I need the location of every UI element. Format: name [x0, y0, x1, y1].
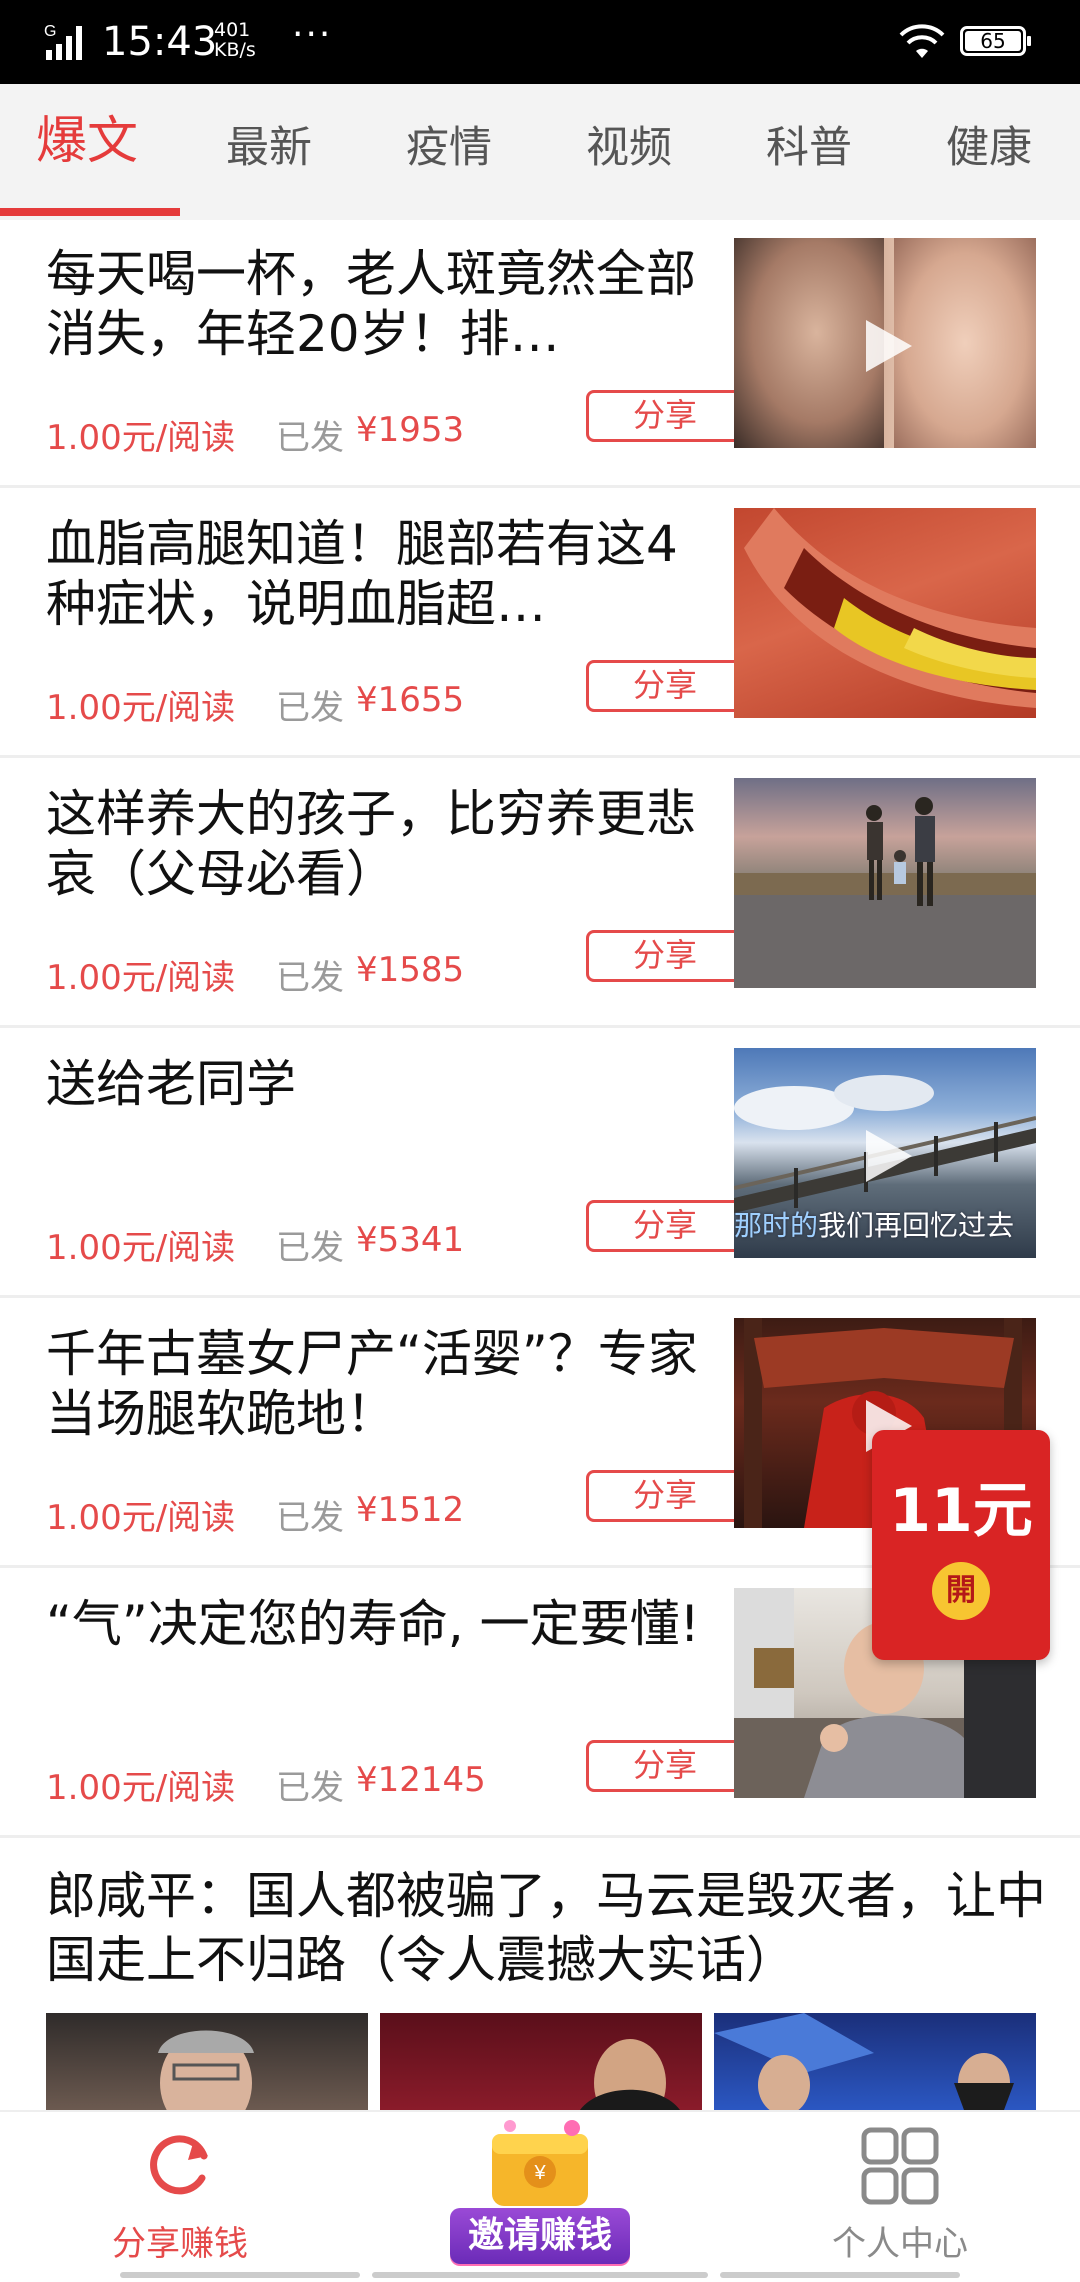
battery-level: 65: [980, 29, 1006, 53]
article-title[interactable]: 送给老同学: [46, 1054, 706, 1174]
speaker-3-photo: [714, 2013, 1014, 2110]
article-price: 1.00元/阅读: [46, 1228, 236, 1268]
sent-amount: ¥1953: [356, 410, 465, 450]
article-price: 1.00元/阅读: [46, 1498, 236, 1538]
featured-image-2[interactable]: [380, 2013, 702, 2110]
tab-science[interactable]: 科普: [766, 118, 852, 178]
tab-latest[interactable]: 最新: [226, 118, 312, 178]
red-packet-button[interactable]: 11元 開: [872, 1430, 1050, 1660]
article-item[interactable]: 送给老同学 1.00元/阅读 已发 ¥5341 分享 那时的我们再回忆过去: [0, 1030, 1080, 1298]
share-button[interactable]: 分享: [586, 1200, 744, 1252]
family-silhouette: [734, 797, 1036, 988]
article-title[interactable]: 血脂高腿知道！腿部若有这4种症状，说明血脂超…: [46, 514, 706, 634]
bottom-nav: 分享赚钱 ¥ 邀请赚钱 个人中心: [0, 2110, 1080, 2282]
article-title[interactable]: 这样养大的孩子，比穷养更悲哀（父母必看）: [46, 784, 706, 904]
sent-label: 已发: [276, 958, 344, 998]
gesture-bar: [0, 2270, 1080, 2280]
grid-icon: [861, 2127, 939, 2205]
sent-amount: ¥1512: [356, 1490, 465, 1530]
article-item[interactable]: 血脂高腿知道！腿部若有这4种症状，说明血脂超… 1.00元/阅读 已发 ¥165…: [0, 490, 1080, 758]
share-button[interactable]: 分享: [586, 1740, 744, 1792]
article-title[interactable]: 每天喝一杯，老人斑竟然全部消失，年轻20岁！排…: [46, 244, 706, 364]
sent-label: 已发: [276, 688, 344, 728]
red-packet-amount: 11元: [889, 1476, 1033, 1546]
featured-image-3[interactable]: [714, 2013, 1036, 2110]
share-button[interactable]: 分享: [586, 390, 744, 442]
article-price: 1.00元/阅读: [46, 1768, 236, 1808]
tab-health[interactable]: 健康: [946, 118, 1032, 178]
wallet-icon: ¥: [492, 2120, 588, 2206]
speaker-2-photo: [580, 2039, 680, 2110]
share-button[interactable]: 分享: [586, 660, 744, 712]
share-button[interactable]: 分享: [586, 930, 744, 982]
clock: 15:43: [102, 19, 218, 65]
article-thumbnail[interactable]: 那时的我们再回忆过去: [734, 1048, 1036, 1258]
active-tab-indicator: [0, 208, 180, 216]
tab-video[interactable]: 视频: [586, 118, 672, 178]
article-title[interactable]: 千年古墓女尸产“活婴”？专家当场腿软跪地！: [46, 1324, 706, 1444]
sent-amount: ¥1585: [356, 950, 465, 990]
article-price: 1.00元/阅读: [46, 958, 236, 998]
refresh-icon: [150, 2135, 208, 2195]
network-speed: 401 KB/s: [214, 19, 256, 61]
svg-text:¥: ¥: [533, 2162, 546, 2184]
sent-label: 已发: [276, 418, 344, 458]
featured-article-title[interactable]: 郎咸平：国人都被骗了，马云是毁灭者，让中国走上不归路（令人震撼大实话）: [46, 1864, 1046, 1992]
signal-icon: G: [44, 23, 82, 60]
nav-profile-label: 个人中心: [832, 2224, 968, 2264]
sent-amount: ¥12145: [356, 1760, 486, 1800]
article-item[interactable]: 这样养大的孩子，比穷养更悲哀（父母必看） 1.00元/阅读 已发 ¥1585 分…: [0, 760, 1080, 1028]
status-bar: G 15:43 401 KB/s ··· 65: [0, 0, 1080, 84]
artery-illustration: [744, 508, 1036, 708]
play-icon: [866, 1130, 912, 1182]
article-price: 1.00元/阅读: [46, 688, 236, 728]
featured-image-1[interactable]: [46, 2013, 368, 2110]
share-button[interactable]: 分享: [586, 1470, 744, 1522]
battery-icon: 65: [960, 26, 1031, 56]
article-thumbnail[interactable]: [734, 508, 1036, 718]
nav-profile[interactable]: 个人中心: [720, 2112, 1080, 2282]
sent-amount: ¥1655: [356, 680, 465, 720]
sent-label: 已发: [276, 1768, 344, 1808]
nav-invite-earn-label: 邀请赚钱: [450, 2208, 630, 2264]
article-price: 1.00元/阅读: [46, 418, 236, 458]
featured-article[interactable]: 郎咸平：国人都被骗了，马云是毁灭者，让中国走上不归路（令人震撼大实话）: [0, 1838, 1080, 2110]
nav-share-earn[interactable]: 分享赚钱: [0, 2112, 360, 2282]
article-item[interactable]: 每天喝一杯，老人斑竟然全部消失，年轻20岁！排… 1.00元/阅读 已发 ¥19…: [0, 220, 1080, 488]
open-icon: 開: [932, 1562, 990, 1620]
speaker-1-photo: [158, 2030, 254, 2110]
video-subtitle: 那时的我们再回忆过去: [734, 1209, 1015, 1242]
more-notifications-icon: ···: [292, 14, 333, 55]
play-icon: [866, 320, 912, 372]
nav-share-earn-label: 分享赚钱: [112, 2224, 248, 2264]
article-thumbnail[interactable]: [734, 778, 1036, 988]
sent-amount: ¥5341: [356, 1220, 465, 1260]
article-thumbnail[interactable]: [734, 238, 1036, 448]
category-tabs: 爆文 最新 疫情 视频 科普 健康: [0, 84, 1080, 220]
tab-epidemic[interactable]: 疫情: [406, 118, 492, 178]
article-title[interactable]: “气”决定您的寿命, 一定要懂!: [46, 1594, 706, 1714]
tab-hot[interactable]: 爆文: [36, 112, 138, 172]
wifi-icon: [899, 24, 945, 58]
sent-label: 已发: [276, 1228, 344, 1268]
svg-text:G: G: [44, 23, 56, 40]
sent-label: 已发: [276, 1498, 344, 1538]
nav-invite-earn[interactable]: ¥ 邀请赚钱: [360, 2112, 720, 2282]
